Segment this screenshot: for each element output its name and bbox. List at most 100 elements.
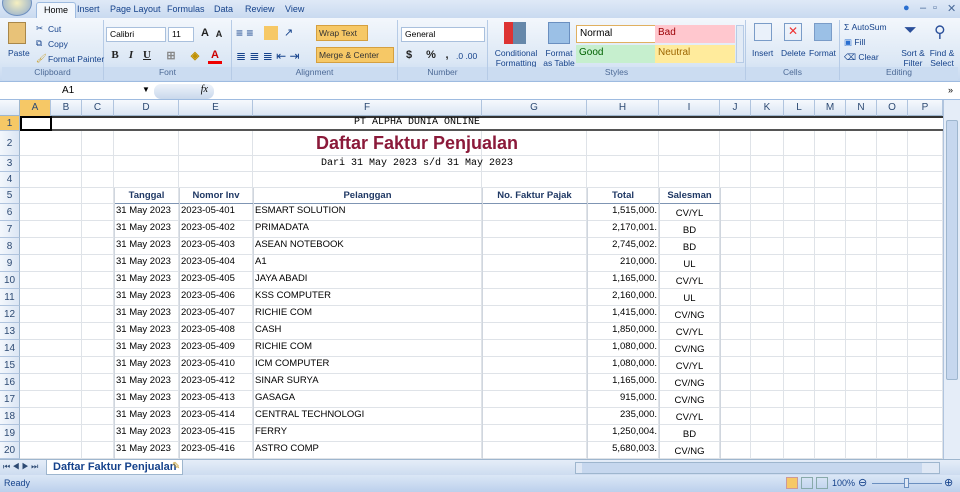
column-header-E[interactable]: E <box>179 100 253 116</box>
table-cell[interactable]: KSS COMPUTER <box>253 289 482 306</box>
table-cell[interactable]: 2023-05-415 <box>179 425 253 442</box>
table-cell[interactable]: CV/YL <box>659 272 720 289</box>
table-cell[interactable]: 31 May 2023 <box>114 289 179 306</box>
row-header-20[interactable]: 20 <box>0 442 20 459</box>
tab-formulas[interactable]: Formulas <box>160 2 212 18</box>
table-cell[interactable]: FERRY <box>253 425 482 442</box>
column-header-A[interactable]: A <box>20 100 51 116</box>
table-cell[interactable]: 1,515,000. <box>587 204 659 221</box>
page-break-view-button[interactable] <box>816 477 828 489</box>
number-format-select[interactable]: General <box>401 27 485 42</box>
insert-function-button[interactable]: fx <box>154 84 214 99</box>
name-box[interactable]: A1 <box>0 84 150 99</box>
table-cell[interactable]: CV/NG <box>659 306 720 323</box>
table-cell[interactable]: ICM COMPUTER <box>253 357 482 374</box>
table-cell[interactable] <box>482 425 587 442</box>
table-cell[interactable]: RICHIE COM <box>253 306 482 323</box>
table-cell[interactable]: CV/YL <box>659 323 720 340</box>
table-cell[interactable] <box>482 408 587 425</box>
table-cell[interactable]: ASTRO COMP <box>253 442 482 459</box>
table-cell[interactable]: 2023-05-402 <box>179 221 253 238</box>
format-button[interactable]: Format <box>809 48 836 58</box>
italic-button[interactable]: I <box>124 49 138 61</box>
page-layout-view-button[interactable] <box>801 477 813 489</box>
table-cell[interactable]: 1,250,004. <box>587 425 659 442</box>
bold-button[interactable]: B <box>108 49 122 61</box>
style-bad[interactable]: Bad <box>655 25 735 43</box>
align-left-center-right-icons[interactable]: ≣ ≣ ≣ ⇤ ⇥ <box>236 49 300 63</box>
table-cell[interactable] <box>482 238 587 255</box>
tab-review[interactable]: Review <box>238 2 282 18</box>
table-cell[interactable]: 31 May 2023 <box>114 408 179 425</box>
column-header-C[interactable]: C <box>82 100 114 116</box>
wrap-text-button[interactable]: Wrap Text <box>316 25 368 41</box>
row-header-11[interactable]: 11 <box>0 289 20 306</box>
sheet-nav-arrows[interactable]: ⏮ ◀ ▶ ⏭ <box>3 462 38 472</box>
format-painter-button[interactable]: Format Painter <box>48 54 104 64</box>
merge-center-button[interactable]: Merge & Center <box>316 47 394 63</box>
table-cell[interactable]: CV/YL <box>659 204 720 221</box>
table-cell[interactable]: 235,000. <box>587 408 659 425</box>
table-cell[interactable]: 915,000. <box>587 391 659 408</box>
style-good[interactable]: Good <box>576 45 656 63</box>
table-cell[interactable]: 1,080,000. <box>587 340 659 357</box>
table-cell[interactable]: ESMART SOLUTION <box>253 204 482 221</box>
styles-scroll[interactable] <box>736 25 744 63</box>
table-cell[interactable]: 2023-05-412 <box>179 374 253 391</box>
table-cell[interactable]: 2023-05-408 <box>179 323 253 340</box>
tab-data[interactable]: Data <box>207 2 240 18</box>
percent-button[interactable]: % <box>424 49 438 61</box>
formula-input[interactable] <box>216 84 944 99</box>
table-cell[interactable] <box>482 289 587 306</box>
table-cell[interactable]: 31 May 2023 <box>114 272 179 289</box>
table-cell[interactable]: BD <box>659 238 720 255</box>
autosum-button[interactable]: AutoSum <box>852 22 887 32</box>
table-cell[interactable] <box>482 306 587 323</box>
row-header-9[interactable]: 9 <box>0 255 20 272</box>
row-header-18[interactable]: 18 <box>0 408 20 425</box>
align-top-icon[interactable]: ≡ ≡ <box>236 26 253 40</box>
table-cell[interactable]: 2023-05-409 <box>179 340 253 357</box>
row-header-8[interactable]: 8 <box>0 238 20 255</box>
table-cell[interactable]: BD <box>659 425 720 442</box>
table-cell[interactable]: CV/NG <box>659 391 720 408</box>
table-cell[interactable]: CV/YL <box>659 357 720 374</box>
zoom-out-button[interactable]: ⊖ <box>858 476 867 489</box>
column-header-O[interactable]: O <box>877 100 908 116</box>
row-header-5[interactable]: 5 <box>0 188 20 204</box>
font-size-select[interactable]: 11 <box>168 27 194 42</box>
table-cell[interactable]: 31 May 2023 <box>114 306 179 323</box>
table-cell[interactable]: 2023-05-404 <box>179 255 253 272</box>
office-button[interactable] <box>2 0 32 16</box>
table-cell[interactable]: UL <box>659 255 720 272</box>
cut-button[interactable]: Cut <box>48 24 61 34</box>
table-cell[interactable]: A1 <box>253 255 482 272</box>
table-cell[interactable] <box>482 204 587 221</box>
help-icon[interactable]: ● <box>903 2 910 14</box>
column-header-G[interactable]: G <box>482 100 587 116</box>
table-cell[interactable]: CENTRAL TECHNOLOGI <box>253 408 482 425</box>
style-neutral[interactable]: Neutral <box>655 45 735 63</box>
row-header-15[interactable]: 15 <box>0 357 20 374</box>
table-cell[interactable] <box>482 255 587 272</box>
table-cell[interactable]: CV/NG <box>659 442 720 459</box>
table-cell[interactable]: PRIMADATA <box>253 221 482 238</box>
row-header-7[interactable]: 7 <box>0 221 20 238</box>
table-cell[interactable]: CASH <box>253 323 482 340</box>
table-cell[interactable]: 2023-05-414 <box>179 408 253 425</box>
column-header-P[interactable]: P <box>908 100 943 116</box>
minimize-icon[interactable]: – <box>920 2 926 14</box>
delete-button[interactable]: Delete <box>781 48 806 58</box>
decimal-icons[interactable]: .0 .00 <box>456 51 477 61</box>
table-cell[interactable]: 31 May 2023 <box>114 323 179 340</box>
table-cell[interactable] <box>482 323 587 340</box>
table-cell[interactable] <box>482 374 587 391</box>
table-cell[interactable]: 2023-05-413 <box>179 391 253 408</box>
restore-icon[interactable]: ▫ <box>933 2 937 14</box>
table-cell[interactable]: 2023-05-406 <box>179 289 253 306</box>
table-cell[interactable]: 2023-05-407 <box>179 306 253 323</box>
table-cell[interactable]: 2023-05-401 <box>179 204 253 221</box>
table-cell[interactable]: ASEAN NOTEBOOK <box>253 238 482 255</box>
table-cell[interactable]: CV/NG <box>659 340 720 357</box>
table-cell[interactable]: UL <box>659 289 720 306</box>
